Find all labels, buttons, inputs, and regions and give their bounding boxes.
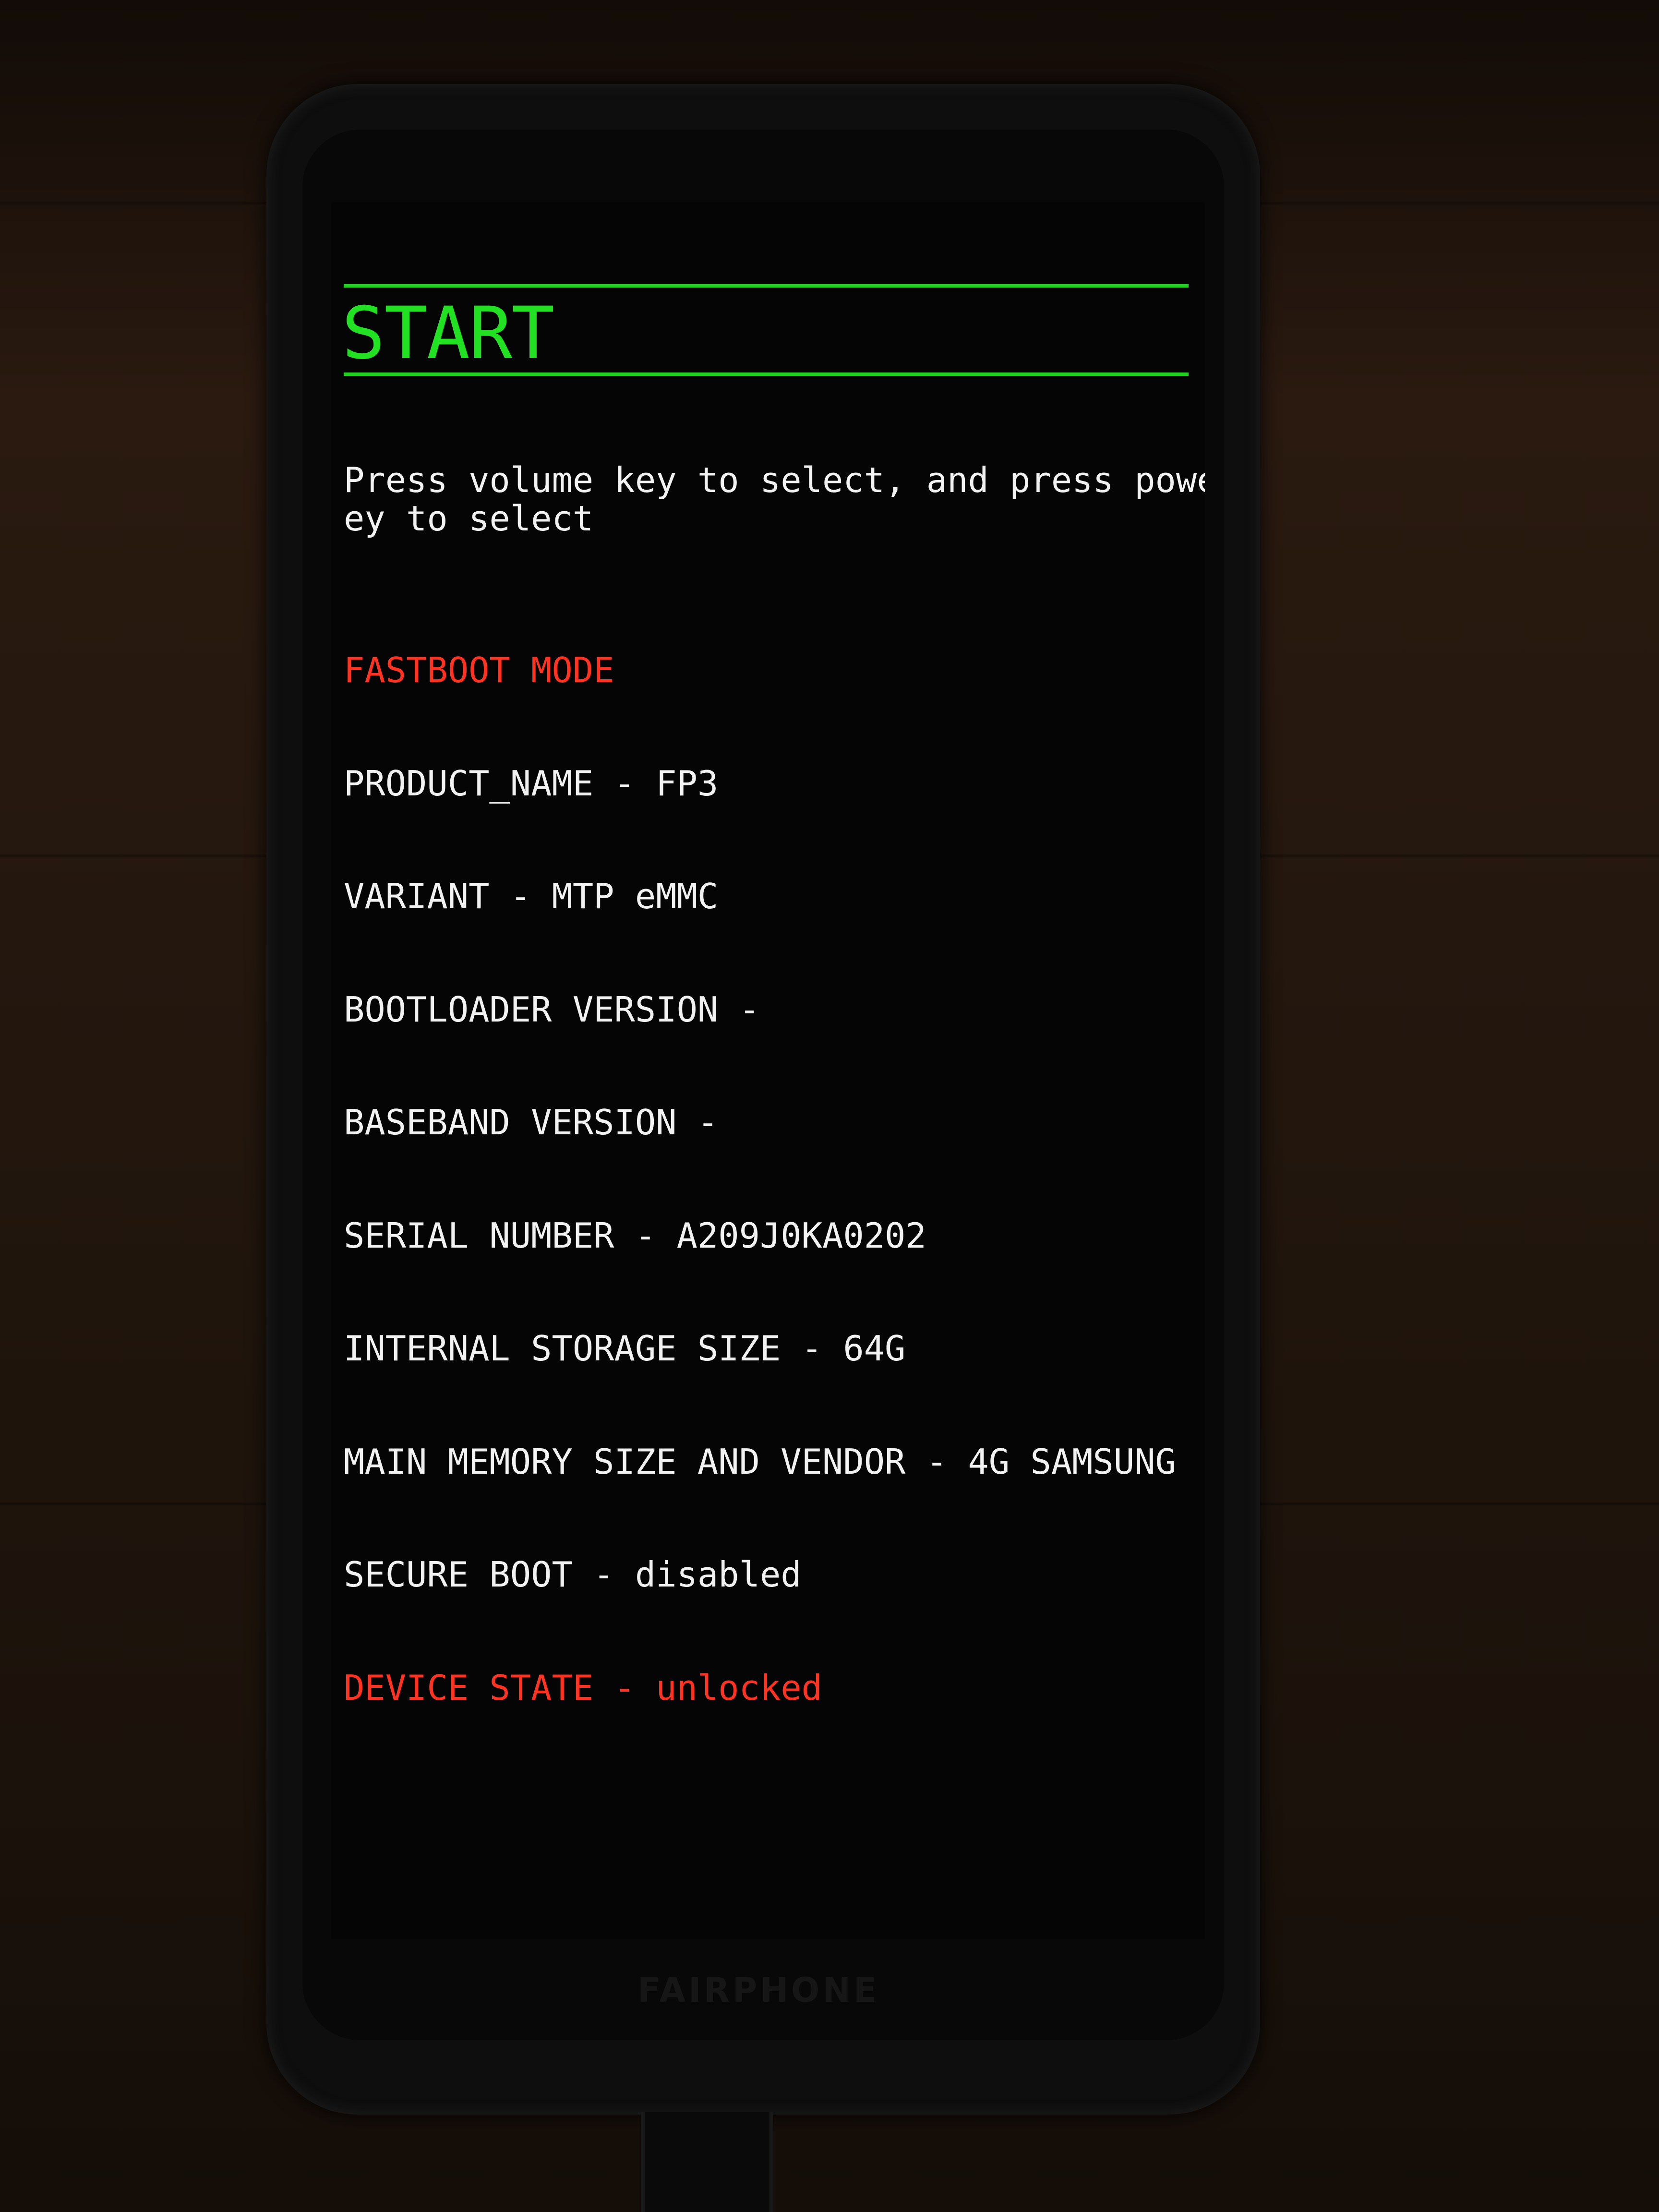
memory-size-line: MAIN MEMORY SIZE AND VENDOR - 4G SAMSUNG (344, 1441, 1176, 1482)
device-info-list: FASTBOOT MODE PRODUCT_NAME - FP3 VARIANT… (344, 576, 1176, 1782)
menu-option-start[interactable]: START (342, 295, 555, 372)
storage-size-line: INTERNAL STORAGE SIZE - 64G (344, 1328, 906, 1369)
device-state-line: DEVICE STATE - unlocked (344, 1667, 822, 1708)
brand-logo: FAIRPHONE (637, 1971, 879, 2010)
fastboot-screen: START Press volume key to select, and pr… (331, 202, 1205, 1939)
usb-cable (641, 2112, 773, 2212)
secure-boot-line: SECURE BOOT - disabled (344, 1554, 802, 1595)
product-name-line: PRODUCT_NAME - FP3 (344, 763, 719, 804)
title-rule-bottom (344, 373, 1189, 376)
fastboot-mode-label: FASTBOOT MODE (344, 650, 614, 690)
serial-number-line: SERIAL NUMBER - A209J0KA0202 (344, 1215, 926, 1256)
bootloader-version-line: BOOTLOADER VERSION - (344, 989, 760, 1030)
instruction-text: Press volume key to select, and press po… (344, 460, 1205, 539)
baseband-version-line: BASEBAND VERSION - (344, 1102, 719, 1142)
variant-line: VARIANT - MTP eMMC (344, 876, 719, 916)
title-rule-top (344, 284, 1189, 288)
